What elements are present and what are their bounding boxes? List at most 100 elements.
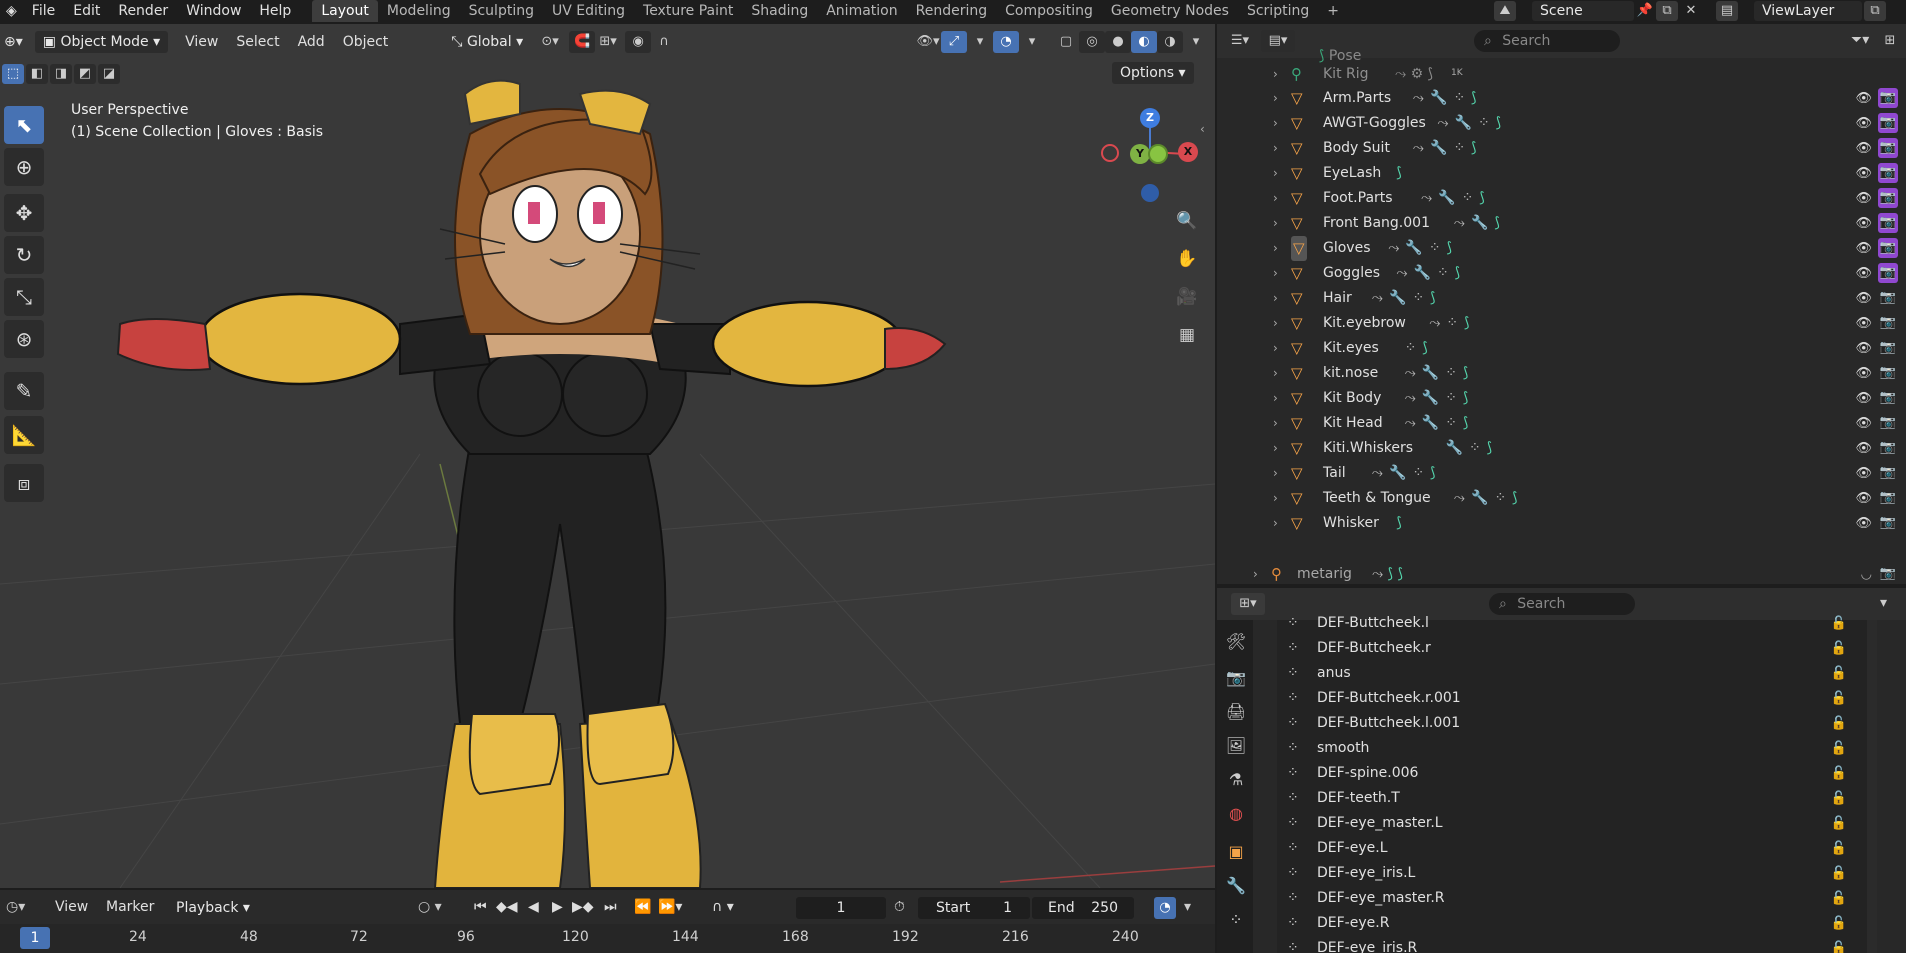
outliner-row[interactable]: › ▽ Kit Body ⤳ 🔧 ⁘ ⟆ 👁 📷 [1217, 386, 1906, 411]
render-toggle-icon[interactable]: 📷 [1878, 263, 1898, 283]
expand-icon[interactable]: › [1273, 86, 1278, 111]
render-toggle-icon[interactable]: 📷 [1878, 513, 1898, 533]
render-toggle-icon[interactable]: 📷 [1878, 188, 1898, 208]
render-toggle-icon[interactable]: 📷 [1878, 488, 1898, 508]
constraint-icon[interactable]: ⤳ [1388, 240, 1399, 256]
use-preview-range-icon[interactable]: ⏱ [894, 899, 905, 915]
modifier-wrench-icon[interactable]: 🔧 [1430, 90, 1447, 106]
object-properties-icon[interactable]: ▣ [1224, 840, 1248, 864]
viewlayer-name-field[interactable]: ViewLayer [1754, 1, 1862, 21]
editor-type-icon[interactable]: ⊕▾ [0, 34, 29, 50]
tool-cursor[interactable]: ⊕ [4, 148, 44, 186]
menu-help[interactable]: Help [250, 0, 300, 22]
render-toggle-icon[interactable]: 📷 [1878, 338, 1898, 358]
modifier-wrench-icon[interactable]: 🔧 [1471, 490, 1488, 506]
outliner-row[interactable]: › ▽ AWGT-Goggles ⤳ 🔧 ⁘ ⟆ 👁 📷 [1217, 111, 1906, 136]
visibility-eye-icon[interactable]: 👁 [1855, 211, 1872, 236]
vertex-group-row[interactable]: ⁘ smooth 🔓 [1287, 736, 1847, 761]
list-scrollbar[interactable] [1867, 620, 1877, 953]
expand-icon[interactable]: › [1273, 436, 1278, 461]
xray-toggle-icon[interactable]: ▢ [1053, 31, 1079, 53]
menu-file[interactable]: File [23, 0, 64, 22]
transform-orientation-dropdown[interactable]: ⤡ Global ▾ [443, 31, 531, 53]
modifier-wrench-icon[interactable]: 🔧 [1389, 290, 1406, 306]
menu-render[interactable]: Render [109, 0, 177, 22]
camera-view-icon[interactable]: 🎥 [1172, 282, 1202, 312]
mesh-data-icon[interactable]: ⟆ [1430, 465, 1435, 481]
vertex-group-row[interactable]: ⁘ DEF-Buttcheek.r 🔓 [1287, 636, 1847, 661]
viewport-menu-select[interactable]: Select [227, 34, 288, 50]
expand-icon[interactable]: › [1273, 186, 1278, 211]
expand-icon[interactable]: › [1273, 411, 1278, 436]
mesh-data-icon[interactable]: ⟆ [1471, 140, 1476, 156]
tool-scale[interactable]: ⤡ [4, 278, 44, 316]
viewport-menu-view[interactable]: View [176, 34, 227, 50]
constraint-icon[interactable]: ⤳ [1454, 490, 1465, 506]
delete-scene-icon[interactable]: ✕ [1680, 1, 1702, 21]
select-new-icon[interactable]: ⬚ [2, 64, 24, 84]
expand-icon[interactable]: › [1273, 486, 1278, 511]
timeline-view-toggle-icon[interactable]: ◔ [1154, 897, 1176, 919]
lock-icon[interactable]: 🔓 [1831, 911, 1847, 936]
mesh-data-icon[interactable]: ⟆ [1422, 340, 1427, 356]
3d-viewport[interactable]: ⊕▾ ▣ Object Mode ▾ View Select Add Objec… [0, 24, 1215, 888]
constraint-icon[interactable]: ⤳ [1454, 215, 1465, 231]
tab-geometry-nodes[interactable]: Geometry Nodes [1102, 0, 1238, 22]
outliner-row[interactable]: › ▽ kit.nose ⤳ 🔧 ⁘ ⟆ 👁 📷 [1217, 361, 1906, 386]
vertex-groups-icon[interactable]: ⁘ [1469, 440, 1481, 456]
render-toggle-icon[interactable]: 📷 [1878, 564, 1898, 584]
vertex-group-row[interactable]: ⁘ DEF-eye_iris.R 🔓 [1287, 936, 1847, 953]
blender-logo-icon[interactable]: ◈ [0, 0, 23, 22]
outliner-row-kit-rig[interactable]: › ⚲ Kit Rig ⤳ ⚙ ⟆ 1K [1217, 62, 1906, 87]
expand-icon[interactable]: › [1273, 261, 1278, 286]
lock-icon[interactable]: 🔓 [1831, 736, 1847, 761]
outliner-row[interactable]: › ▽ Whisker ⟆ 👁 📷 [1217, 511, 1906, 536]
navigation-gizmo[interactable]: Z X Y [1100, 104, 1200, 214]
modifier-properties-icon[interactable]: 🔧 [1224, 874, 1248, 898]
outliner-row[interactable]: › ▽ Body Suit ⤳ 🔧 ⁘ ⟆ 👁 📷 [1217, 136, 1906, 161]
render-toggle-icon[interactable]: 📷 [1878, 288, 1898, 308]
mode-dropdown[interactable]: ▣ Object Mode ▾ [34, 31, 169, 53]
modifier-wrench-icon[interactable]: 🔧 [1422, 365, 1439, 381]
mesh-data-icon[interactable]: ⟆ [1396, 165, 1401, 181]
vertex-groups-icon[interactable]: ⁘ [1445, 365, 1457, 381]
scene-properties-icon[interactable]: ⚗ [1224, 768, 1248, 792]
mesh-data-icon[interactable]: ⟆ [1479, 190, 1484, 206]
gizmo-z-axis[interactable]: Z [1140, 108, 1160, 128]
lock-icon[interactable]: 🔓 [1831, 786, 1847, 811]
mesh-data-icon[interactable]: ⟆ [1463, 390, 1468, 406]
menu-edit[interactable]: Edit [64, 0, 109, 22]
outliner-editor-type-icon[interactable]: ☰▾ [1223, 30, 1257, 52]
mesh-data-icon[interactable]: ⟆ [1447, 240, 1452, 256]
render-toggle-icon[interactable]: 📷 [1878, 238, 1898, 258]
output-properties-icon[interactable]: 🖨 [1224, 700, 1248, 724]
constraint-icon[interactable]: ⤳ [1405, 365, 1416, 381]
gizmo-y-axis[interactable]: Y [1130, 144, 1150, 164]
vertex-group-row[interactable]: ⁘ DEF-spine.006 🔓 [1287, 761, 1847, 786]
options-dropdown[interactable]: Options ▾ [1112, 62, 1194, 84]
render-toggle-icon[interactable]: 📷 [1878, 113, 1898, 133]
expand-icon[interactable]: › [1273, 336, 1278, 361]
lock-icon[interactable]: 🔓 [1831, 861, 1847, 886]
outliner-row[interactable]: › ▽ EyeLash ⟆ 👁 📷 [1217, 161, 1906, 186]
viewlayer-selector-icon[interactable]: ▤ [1716, 1, 1738, 21]
timeline-view-dropdown-icon[interactable]: ▾ [1184, 899, 1191, 915]
vertex-groups-icon[interactable]: ⁘ [1412, 465, 1424, 481]
outliner-row[interactable]: › ▽ Front Bang.001 ⤳ 🔧 ⟆ 👁 📷 [1217, 211, 1906, 236]
constraint-icon[interactable]: ⤳ [1372, 290, 1383, 306]
tool-transform[interactable]: ⊛ [4, 320, 44, 358]
tool-add-cube[interactable]: ⧈ [4, 464, 44, 502]
tab-uv-editing[interactable]: UV Editing [543, 0, 634, 22]
visibility-eye-icon[interactable]: 👁 [1855, 511, 1872, 536]
snap-target-icon[interactable]: ⊞▾ [595, 31, 621, 53]
lock-icon[interactable]: 🔓 [1831, 836, 1847, 861]
render-toggle-icon[interactable]: 📷 [1878, 463, 1898, 483]
mesh-data-icon[interactable]: ⟆ [1487, 440, 1492, 456]
visibility-eye-icon[interactable]: 👁 [1855, 336, 1872, 361]
expand-icon[interactable]: › [1273, 161, 1278, 186]
visibility-eye-icon[interactable]: 👁 [1855, 261, 1872, 286]
pan-hand-icon[interactable]: ✋ [1172, 244, 1202, 274]
vertex-groups-icon[interactable]: ⁘ [1462, 190, 1474, 206]
modifier-wrench-icon[interactable]: 🔧 [1422, 390, 1439, 406]
mesh-data-icon[interactable]: ⟆ [1512, 490, 1517, 506]
